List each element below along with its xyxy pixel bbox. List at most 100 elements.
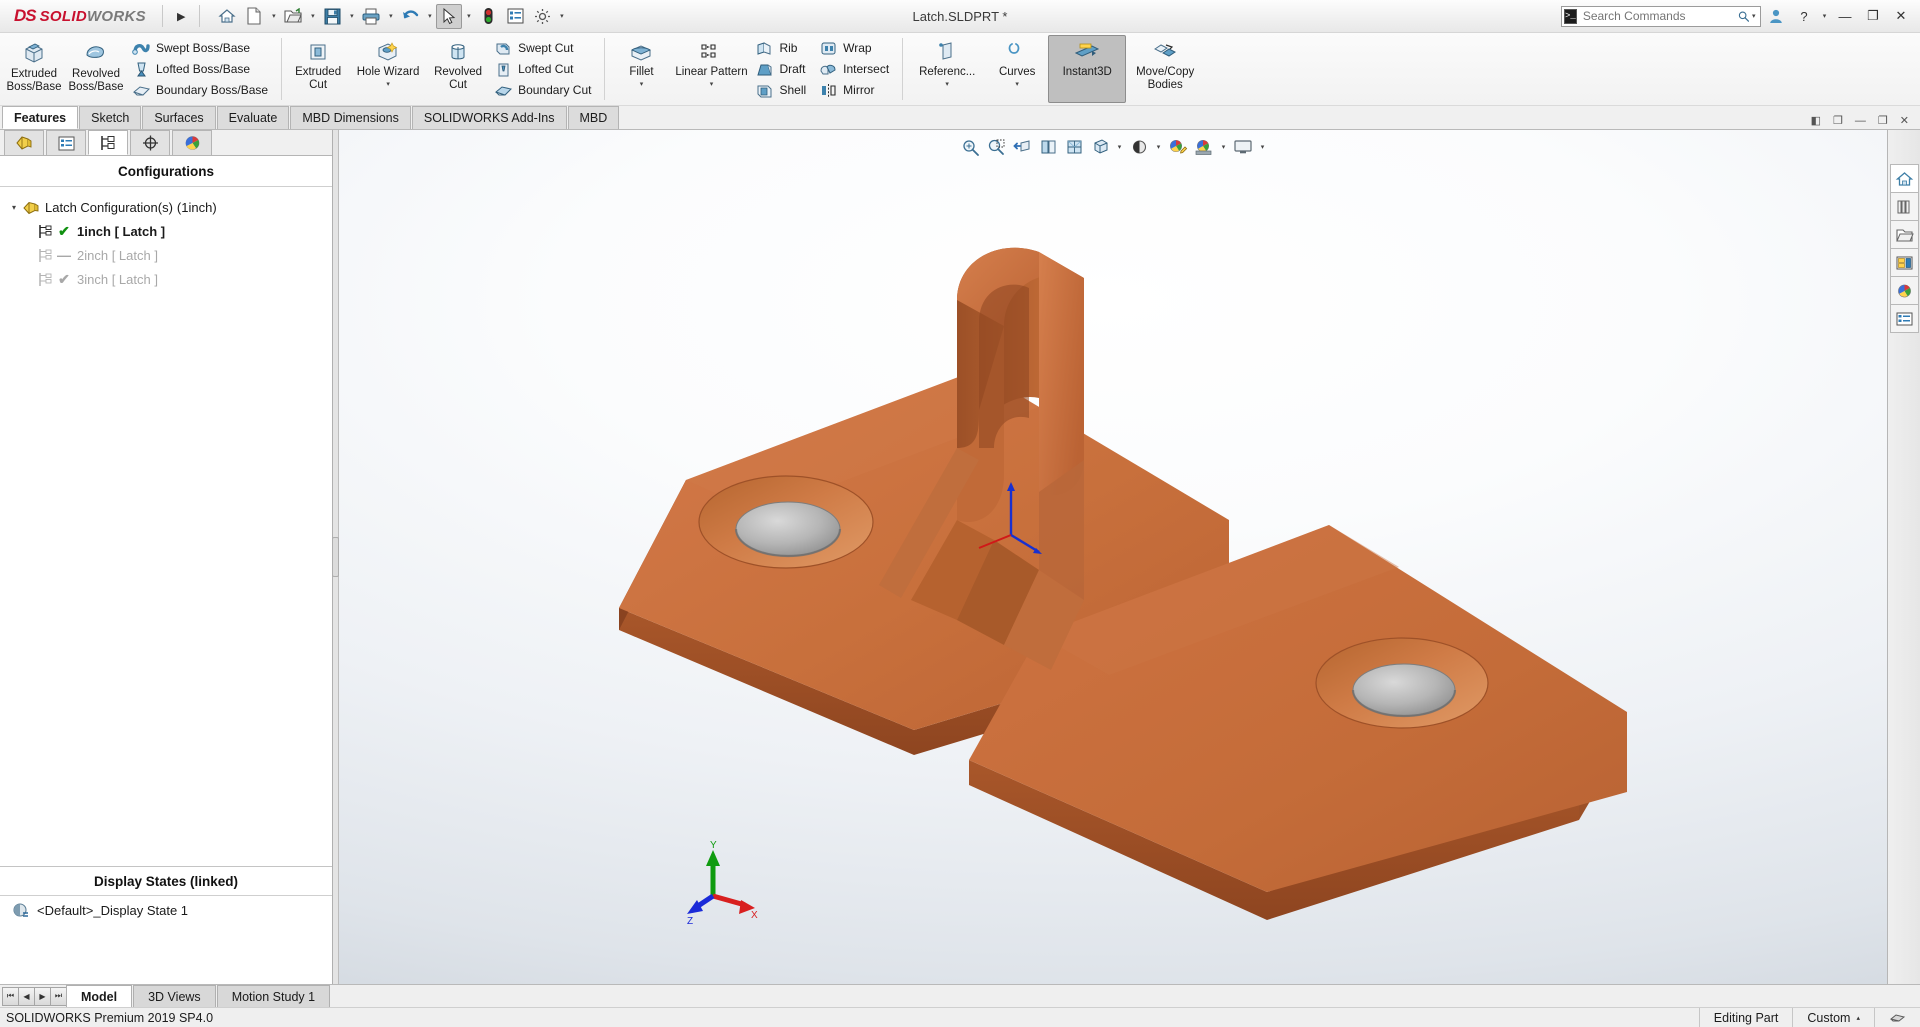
new-document-icon[interactable] <box>241 4 267 29</box>
feature-tree-icon[interactable] <box>4 130 44 155</box>
view-palette-icon[interactable] <box>1890 248 1919 277</box>
reference-geometry-dropdown[interactable]: ▾ <box>945 80 949 88</box>
display-state-item[interactable]: <Default>_Display State 1 <box>0 896 332 924</box>
expand-collapse-twisty[interactable]: ▾ <box>6 203 22 212</box>
move-copy-bodies-button[interactable]: Move/CopyBodies <box>1126 35 1204 103</box>
revolved-boss-base-button[interactable]: RevolvedBoss/Base <box>65 35 127 103</box>
select-caret[interactable]: ▾ <box>463 12 474 20</box>
status-overlay-button[interactable] <box>1874 1008 1920 1027</box>
latch-part-model[interactable] <box>339 130 1887 984</box>
zoom-to-area-icon[interactable] <box>984 136 1008 158</box>
nav-first-button[interactable]: ⏮ <box>2 987 19 1006</box>
custom-properties-icon[interactable] <box>1890 304 1919 333</box>
intersect-button[interactable]: Intersect <box>816 59 895 80</box>
draft-button[interactable]: Draft <box>752 59 812 80</box>
hole-wizard-button[interactable]: Hole Wizard ▾ <box>349 35 427 103</box>
tree-root-latch-configurations[interactable]: ▾ Latch Configuration(s) (1inch) <box>0 195 332 219</box>
hide-show-caret[interactable]: ▾ <box>1153 143 1164 151</box>
dimxpert-icon[interactable] <box>130 130 170 155</box>
help-button[interactable]: ? <box>1791 4 1817 28</box>
viewport-caret[interactable]: ▾ <box>1257 143 1268 151</box>
swept-boss-base-button[interactable]: Swept Boss/Base <box>129 38 274 59</box>
wrap-button[interactable]: Wrap <box>816 38 895 59</box>
new-document-caret[interactable]: ▾ <box>268 12 279 20</box>
display-sphere-icon[interactable] <box>172 130 212 155</box>
tab-surfaces[interactable]: Surfaces <box>142 106 215 129</box>
rebuild-icon[interactable] <box>475 4 501 29</box>
restore-button[interactable]: ❐ <box>1860 4 1886 28</box>
settings-caret[interactable]: ▾ <box>556 12 567 20</box>
shell-button[interactable]: Shell <box>752 80 812 101</box>
lofted-boss-base-button[interactable]: Lofted Boss/Base <box>129 59 274 80</box>
tab-solidworks-add-ins[interactable]: SOLIDWORKS Add-Ins <box>412 106 567 129</box>
print-caret[interactable]: ▾ <box>385 12 396 20</box>
window-minimize-icon[interactable]: — <box>1852 115 1869 127</box>
section-view-icon[interactable] <box>1036 136 1060 158</box>
boundary-boss-base-button[interactable]: Boundary Boss/Base <box>129 80 274 101</box>
help-caret[interactable]: ▾ <box>1819 12 1830 20</box>
view-orientation-icon[interactable] <box>1062 136 1086 158</box>
undo-icon[interactable] <box>397 4 423 29</box>
config-item-1inch[interactable]: ✔ 1inch [ Latch ] <box>0 219 332 243</box>
gear-icon[interactable] <box>529 4 555 29</box>
rib-button[interactable]: Rib <box>752 38 812 59</box>
bottom-tab-model[interactable]: Model <box>66 985 132 1007</box>
minimize-button[interactable]: — <box>1832 4 1858 28</box>
window-close-icon[interactable]: ✕ <box>1897 114 1912 127</box>
save-icon[interactable] <box>319 4 345 29</box>
menu-expand-arrow[interactable]: ▶ <box>169 10 193 23</box>
fillet-dropdown[interactable]: ▾ <box>640 80 644 88</box>
lofted-cut-button[interactable]: Lofted Cut <box>491 59 597 80</box>
zoom-to-fit-icon[interactable] <box>958 136 982 158</box>
status-units-caret[interactable]: ▴ <box>1856 1014 1860 1022</box>
design-library-icon[interactable] <box>1890 192 1919 221</box>
open-caret[interactable]: ▾ <box>307 12 318 20</box>
apply-scene-caret[interactable]: ▾ <box>1218 143 1229 151</box>
curves-dropdown[interactable]: ▾ <box>1015 80 1019 88</box>
close-button[interactable]: ✕ <box>1888 4 1914 28</box>
window-maximize-icon[interactable]: ❐ <box>1875 114 1891 127</box>
open-folder-icon[interactable] <box>280 4 306 29</box>
print-icon[interactable] <box>358 4 384 29</box>
extruded-cut-button[interactable]: ExtrudedCut <box>287 35 349 103</box>
apply-scene-icon[interactable] <box>1192 136 1216 158</box>
linear-pattern-dropdown[interactable]: ▾ <box>710 80 714 88</box>
extruded-boss-base-button[interactable]: ExtrudedBoss/Base <box>3 35 65 103</box>
curves-button[interactable]: Curves ▾ <box>986 35 1048 103</box>
nav-next-button[interactable]: ▶ <box>34 987 51 1006</box>
window-tile-icon[interactable]: ❐ <box>1830 114 1846 127</box>
graphics-viewport[interactable]: ▾ ▾ ▾ ▾ <box>339 130 1887 984</box>
revolved-cut-button[interactable]: RevolvedCut <box>427 35 489 103</box>
tab-evaluate[interactable]: Evaluate <box>217 106 290 129</box>
window-restore-left-icon[interactable]: ◧ <box>1808 114 1824 127</box>
search-input[interactable] <box>1577 9 1738 23</box>
reference-geometry-button[interactable]: Referenc... ▾ <box>908 35 986 103</box>
appearances-scenes-icon[interactable] <box>1890 276 1919 305</box>
bottom-tab-motion-study[interactable]: Motion Study 1 <box>217 985 330 1007</box>
edit-appearance-icon[interactable] <box>1166 136 1190 158</box>
status-units-selector[interactable]: Custom ▴ <box>1792 1008 1874 1027</box>
tab-features[interactable]: Features <box>2 106 78 129</box>
search-caret[interactable]: ▾ <box>1749 12 1758 20</box>
property-list-icon[interactable] <box>46 130 86 155</box>
display-style-icon[interactable] <box>1088 136 1112 158</box>
search-icon[interactable] <box>1738 9 1750 24</box>
nav-previous-button[interactable]: ◀ <box>18 987 35 1006</box>
instant3d-button[interactable]: Instant3D <box>1048 35 1126 103</box>
hole-wizard-dropdown[interactable]: ▾ <box>386 80 390 88</box>
splitter-grip[interactable] <box>332 537 339 577</box>
undo-caret[interactable]: ▾ <box>424 12 435 20</box>
nav-last-button[interactable]: ⏭ <box>50 987 67 1006</box>
display-style-caret[interactable]: ▾ <box>1114 143 1125 151</box>
tab-mbd[interactable]: MBD <box>568 106 620 129</box>
display-monitor-icon[interactable] <box>1231 136 1255 158</box>
options-list-icon[interactable] <box>502 4 528 29</box>
select-cursor-icon[interactable] <box>436 4 462 29</box>
previous-view-icon[interactable] <box>1010 136 1034 158</box>
file-explorer-icon[interactable] <box>1890 220 1919 249</box>
bottom-tab-3d-views[interactable]: 3D Views <box>133 985 216 1007</box>
tab-mbd-dimensions[interactable]: MBD Dimensions <box>290 106 411 129</box>
config-item-3inch[interactable]: ✔ 3inch [ Latch ] <box>0 267 332 291</box>
configuration-icon[interactable] <box>88 130 128 155</box>
search-commands-box[interactable]: >_ ▾ <box>1561 6 1761 27</box>
